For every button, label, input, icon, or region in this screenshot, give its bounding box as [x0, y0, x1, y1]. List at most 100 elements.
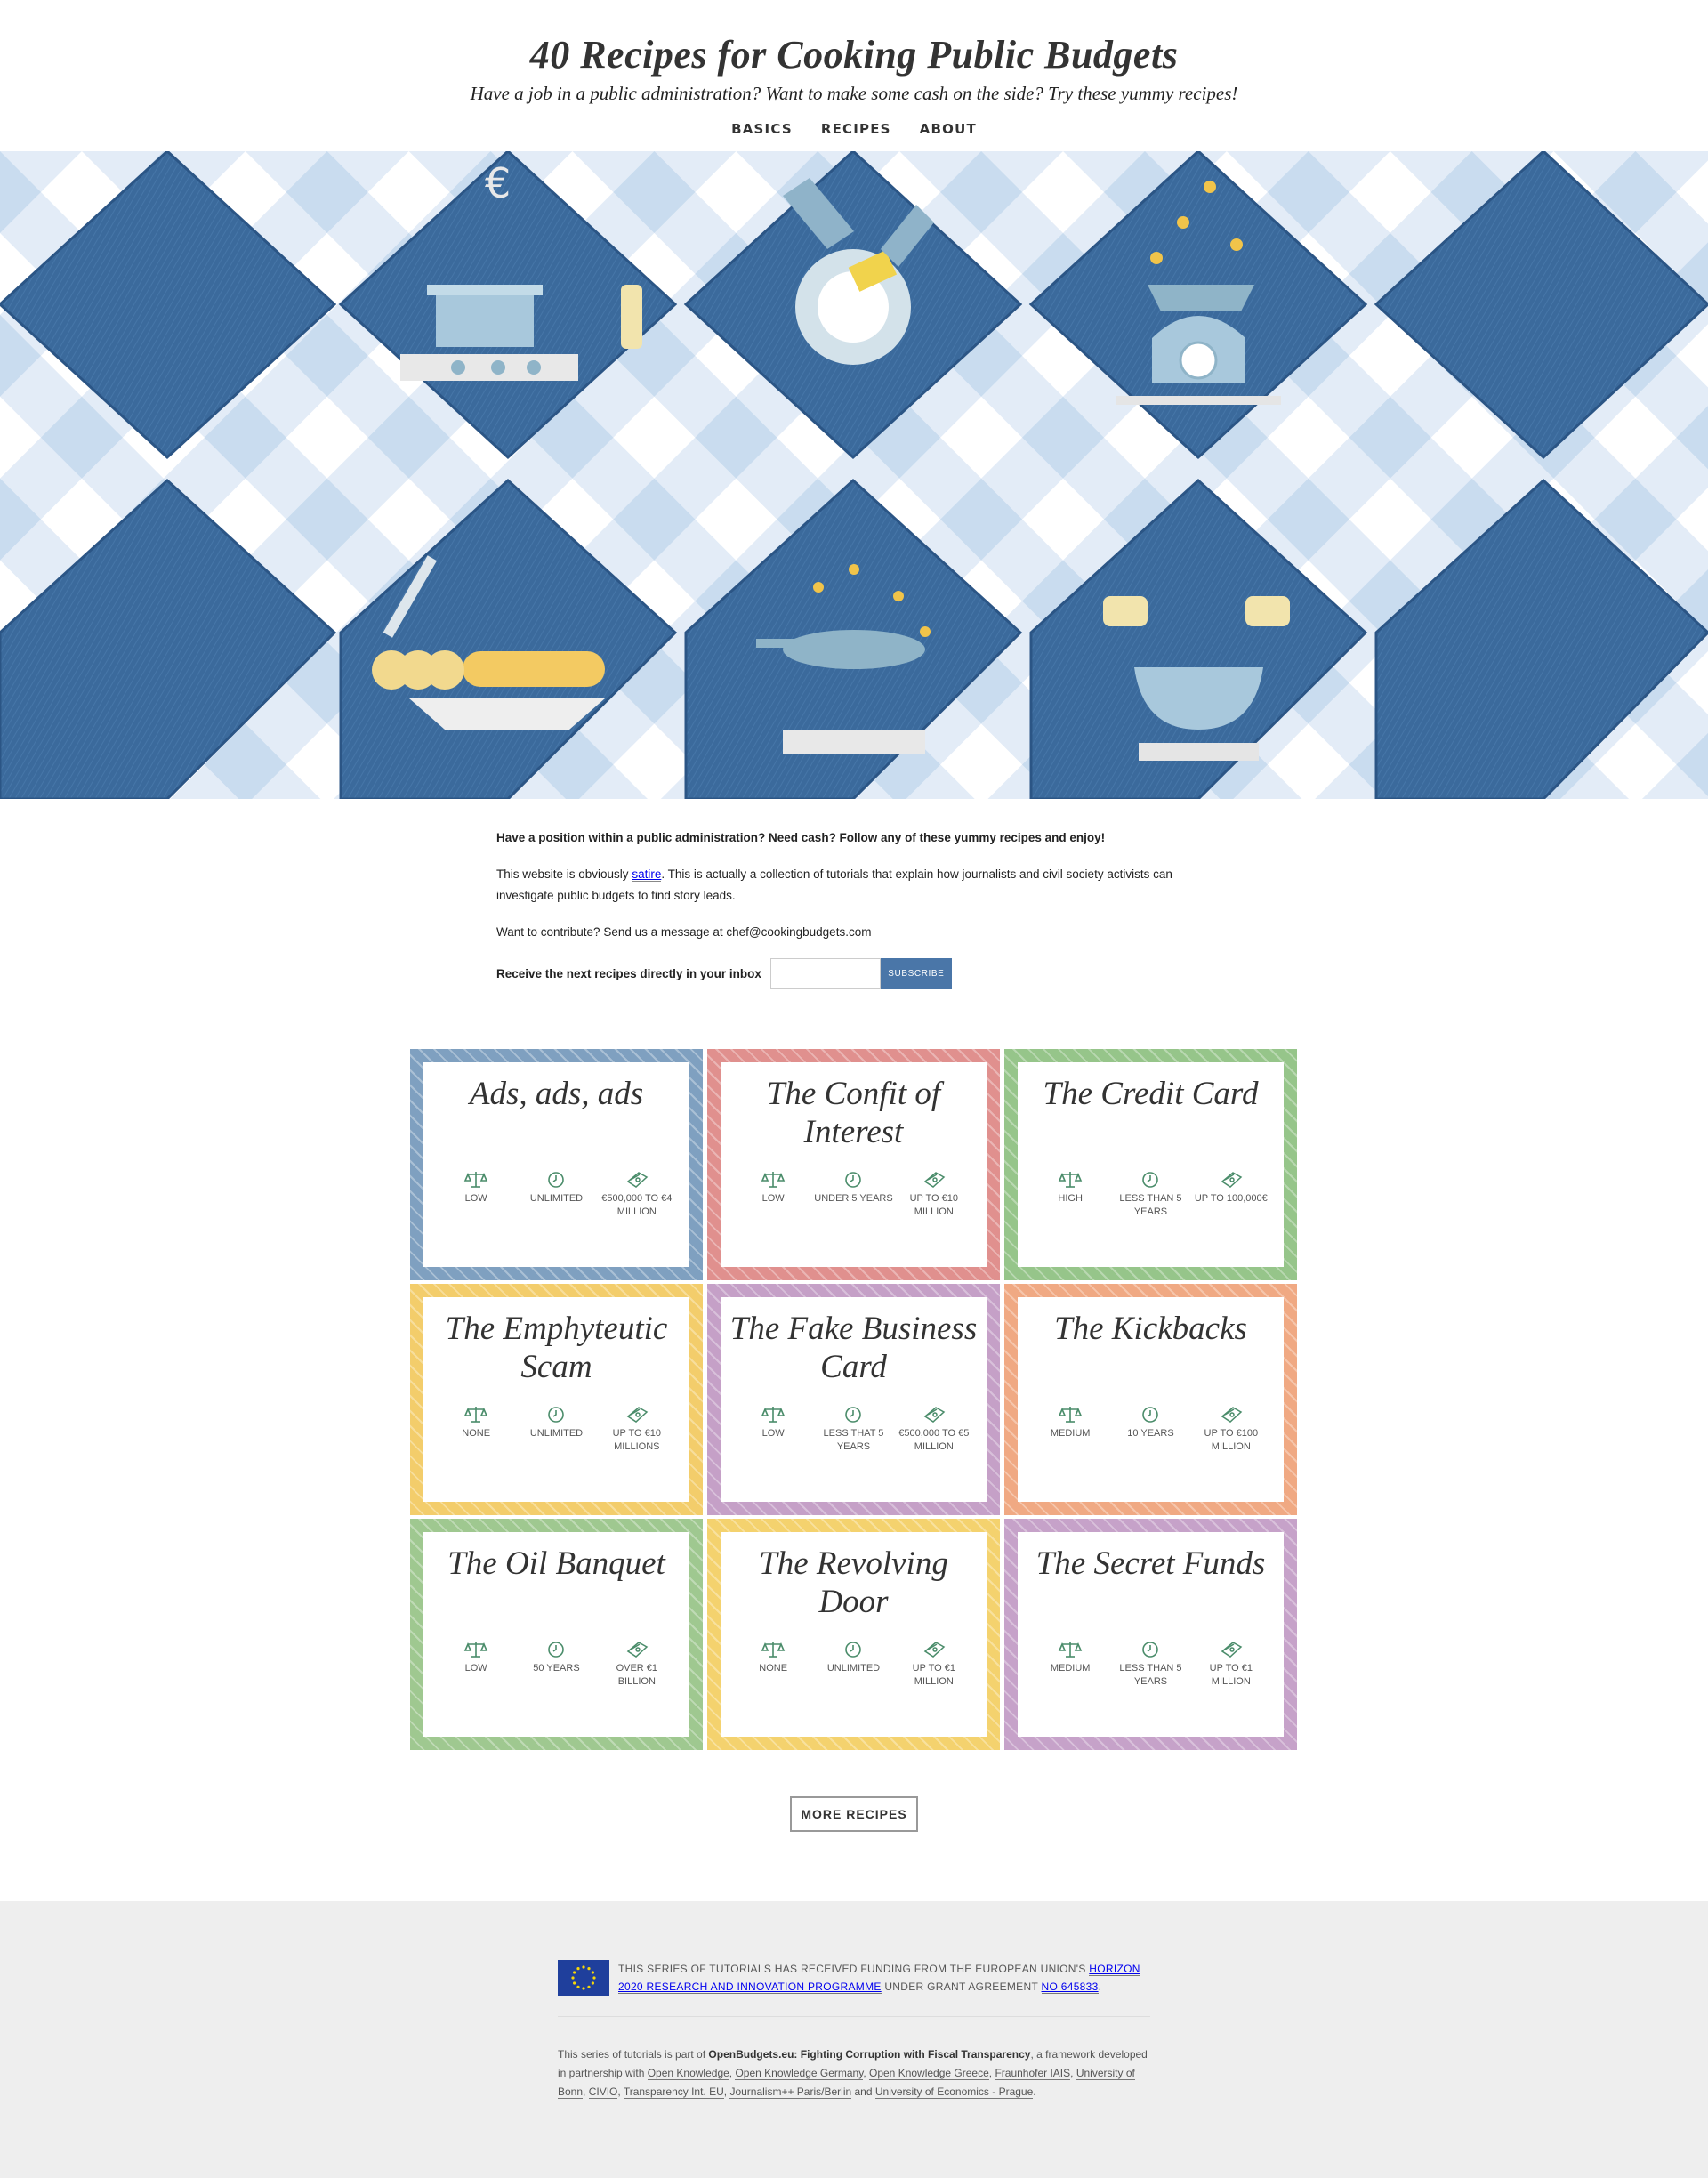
risk-value: HIGH — [1058, 1193, 1083, 1204]
recipe-title[interactable]: The Revolving Door — [721, 1545, 987, 1632]
clock-icon — [548, 1172, 565, 1188]
risk-value: NONE — [759, 1663, 788, 1674]
time-value: LESS THAN 5 YEARS — [1119, 1193, 1182, 1217]
risk-value: MEDIUM — [1050, 1428, 1091, 1439]
risk-stat: HIGH — [1030, 1169, 1110, 1219]
time-stat: LESS THAN 5 YEARS — [1110, 1639, 1190, 1689]
time-stat: UNLIMITED — [516, 1169, 596, 1219]
money-value: OVER €1 BILLION — [616, 1663, 658, 1687]
recipe-title[interactable]: The Fake Business Card — [721, 1310, 987, 1397]
partner-link[interactable]: Transparency Int. EU — [623, 2085, 724, 2099]
clock-icon — [1142, 1407, 1159, 1423]
openbudgets-link[interactable]: OpenBudgets.eu: Fighting Corruption with… — [708, 2048, 1031, 2061]
intro-text: This website is obviously — [496, 867, 632, 881]
recipe-stats: LOW 50 YEARS OVER €1 BILLION — [423, 1639, 689, 1689]
email-field[interactable] — [769, 958, 881, 989]
site-title[interactable]: 40 Recipes for Cooking Public Budgets — [0, 32, 1708, 77]
scale-icon — [1058, 1407, 1083, 1423]
recipe-card[interactable]: The Revolving Door NONE UNLIMITED UP TO … — [707, 1519, 1000, 1750]
recipe-card[interactable]: The Kickbacks MEDIUM 10 YEARS UP TO €100… — [1004, 1284, 1297, 1515]
money-value: €500,000 TO €4 MILLION — [601, 1193, 673, 1217]
clock-icon — [548, 1407, 565, 1423]
recipe-title[interactable]: The Confit of Interest — [721, 1075, 987, 1162]
risk-value: LOW — [761, 1428, 785, 1439]
svg-text:€: € — [485, 159, 511, 207]
clock-icon — [1142, 1172, 1159, 1188]
recipe-stats: LOW UNLIMITED €500,000 TO €4 MILLION — [423, 1169, 689, 1219]
recipe-card[interactable]: The Credit Card HIGH LESS THAN 5 YEARS U… — [1004, 1049, 1297, 1280]
credits-part: This series of tutorials is part of — [558, 2048, 709, 2061]
recipe-card-body: Ads, ads, ads LOW UNLIMITED €500,000 TO … — [423, 1062, 689, 1267]
separator: , — [583, 2085, 589, 2098]
recipe-card[interactable]: The Oil Banquet LOW 50 YEARS OVER €1 BIL… — [410, 1519, 703, 1750]
time-value: LESS THAT 5 YEARS — [823, 1428, 884, 1452]
recipe-title[interactable]: Ads, ads, ads — [463, 1075, 650, 1162]
money-stat: UP TO €1 MILLION — [1191, 1639, 1271, 1689]
risk-value: LOW — [464, 1663, 487, 1674]
partner-link[interactable]: Open Knowledge — [647, 2067, 729, 2080]
risk-stat: LOW — [436, 1169, 516, 1219]
money-value: UP TO €1 MILLION — [1209, 1663, 1253, 1687]
nav-about[interactable]: ABOUT — [920, 121, 977, 137]
money-stat: €500,000 TO €4 MILLION — [597, 1169, 677, 1219]
recipe-card[interactable]: The Emphyteutic Scam NONE UNLIMITED UP T… — [410, 1284, 703, 1515]
clock-icon — [845, 1642, 862, 1658]
recipe-stats: NONE UNLIMITED UP TO €1 MILLION — [721, 1639, 987, 1689]
money-value: €500,000 TO €5 MILLION — [898, 1428, 970, 1452]
recipe-stats: HIGH LESS THAN 5 YEARS UP TO 100,000€ — [1018, 1169, 1284, 1219]
partner-link[interactable]: Open Knowledge Germany — [735, 2067, 864, 2080]
subscribe-button[interactable]: SUBSCRIBE — [880, 958, 952, 989]
recipe-card-body: The Confit of Interest LOW UNDER 5 YEARS… — [721, 1062, 987, 1267]
partner-link[interactable]: Journalism++ Paris/Berlin — [729, 2085, 852, 2099]
risk-stat: LOW — [733, 1169, 813, 1219]
recipe-card-body: The Secret Funds MEDIUM LESS THAN 5 YEAR… — [1018, 1532, 1284, 1737]
recipe-card[interactable]: The Secret Funds MEDIUM LESS THAN 5 YEAR… — [1004, 1519, 1297, 1750]
clock-icon — [548, 1642, 565, 1658]
recipe-title[interactable]: The Oil Banquet — [440, 1545, 673, 1632]
partner-link[interactable]: CIVIO — [588, 2085, 618, 2099]
credits-part: . — [1033, 2085, 1036, 2098]
partner-link[interactable]: Fraunhofer IAIS — [995, 2067, 1071, 2080]
more-recipes-button[interactable]: MORE RECIPES — [790, 1796, 918, 1832]
recipe-card[interactable]: Ads, ads, ads LOW UNLIMITED €500,000 TO … — [410, 1049, 703, 1280]
partner-link[interactable]: Open Knowledge Greece — [869, 2067, 989, 2080]
footer-divider — [558, 2016, 1150, 2017]
recipe-stats: LOW UNDER 5 YEARS UP TO €10 MILLION — [721, 1169, 987, 1219]
risk-stat: NONE — [733, 1639, 813, 1689]
recipe-title[interactable]: The Kickbacks — [1047, 1310, 1254, 1397]
recipe-card[interactable]: The Fake Business Card LOW LESS THAT 5 Y… — [707, 1284, 1000, 1515]
clock-icon — [1142, 1642, 1159, 1658]
nav-basics[interactable]: BASICS — [731, 121, 793, 137]
nav-recipes[interactable]: RECIPES — [821, 121, 891, 137]
eu-text: UNDER GRANT AGREEMENT — [881, 1980, 1042, 1993]
money-icon — [923, 1172, 946, 1188]
risk-value: LOW — [464, 1193, 487, 1204]
satire-link[interactable]: satire — [632, 867, 662, 882]
time-value: 50 YEARS — [533, 1663, 580, 1674]
recipe-title[interactable]: The Emphyteutic Scam — [423, 1310, 689, 1397]
recipe-title[interactable]: The Secret Funds — [1029, 1545, 1273, 1632]
money-value: UP TO 100,000€ — [1194, 1193, 1268, 1204]
recipe-card-body: The Fake Business Card LOW LESS THAT 5 Y… — [721, 1297, 987, 1502]
intro-lead: Have a position within a public administ… — [496, 831, 1106, 844]
time-value: UNLIMITED — [826, 1663, 881, 1674]
partner-link[interactable]: University of Economics - Prague — [874, 2085, 1034, 2099]
scale-icon — [463, 1172, 488, 1188]
recipe-title[interactable]: The Credit Card — [1036, 1075, 1266, 1162]
recipe-stats: LOW LESS THAT 5 YEARS €500,000 TO €5 MIL… — [721, 1404, 987, 1454]
recipe-card-body: The Oil Banquet LOW 50 YEARS OVER €1 BIL… — [423, 1532, 689, 1737]
grant-link[interactable]: NO 645833 — [1041, 1980, 1099, 1994]
risk-stat: LOW — [733, 1404, 813, 1454]
money-icon — [1221, 1407, 1243, 1423]
risk-value: MEDIUM — [1050, 1663, 1091, 1674]
site-footer: THIS SERIES OF TUTORIALS HAS RECEIVED FU… — [0, 1901, 1708, 2178]
subscribe-label: Receive the next recipes directly in you… — [496, 966, 761, 980]
risk-value: NONE — [462, 1428, 491, 1439]
intro-contribute: Want to contribute? Send us a message at… — [496, 925, 872, 939]
risk-value: LOW — [761, 1193, 785, 1204]
money-value: UP TO €100 MILLION — [1204, 1428, 1259, 1452]
recipe-card[interactable]: The Confit of Interest LOW UNDER 5 YEARS… — [707, 1049, 1000, 1280]
money-icon — [626, 1407, 649, 1423]
credits-text: This series of tutorials is part of Open… — [558, 2045, 1150, 2101]
money-stat: UP TO 100,000€ — [1191, 1169, 1271, 1219]
